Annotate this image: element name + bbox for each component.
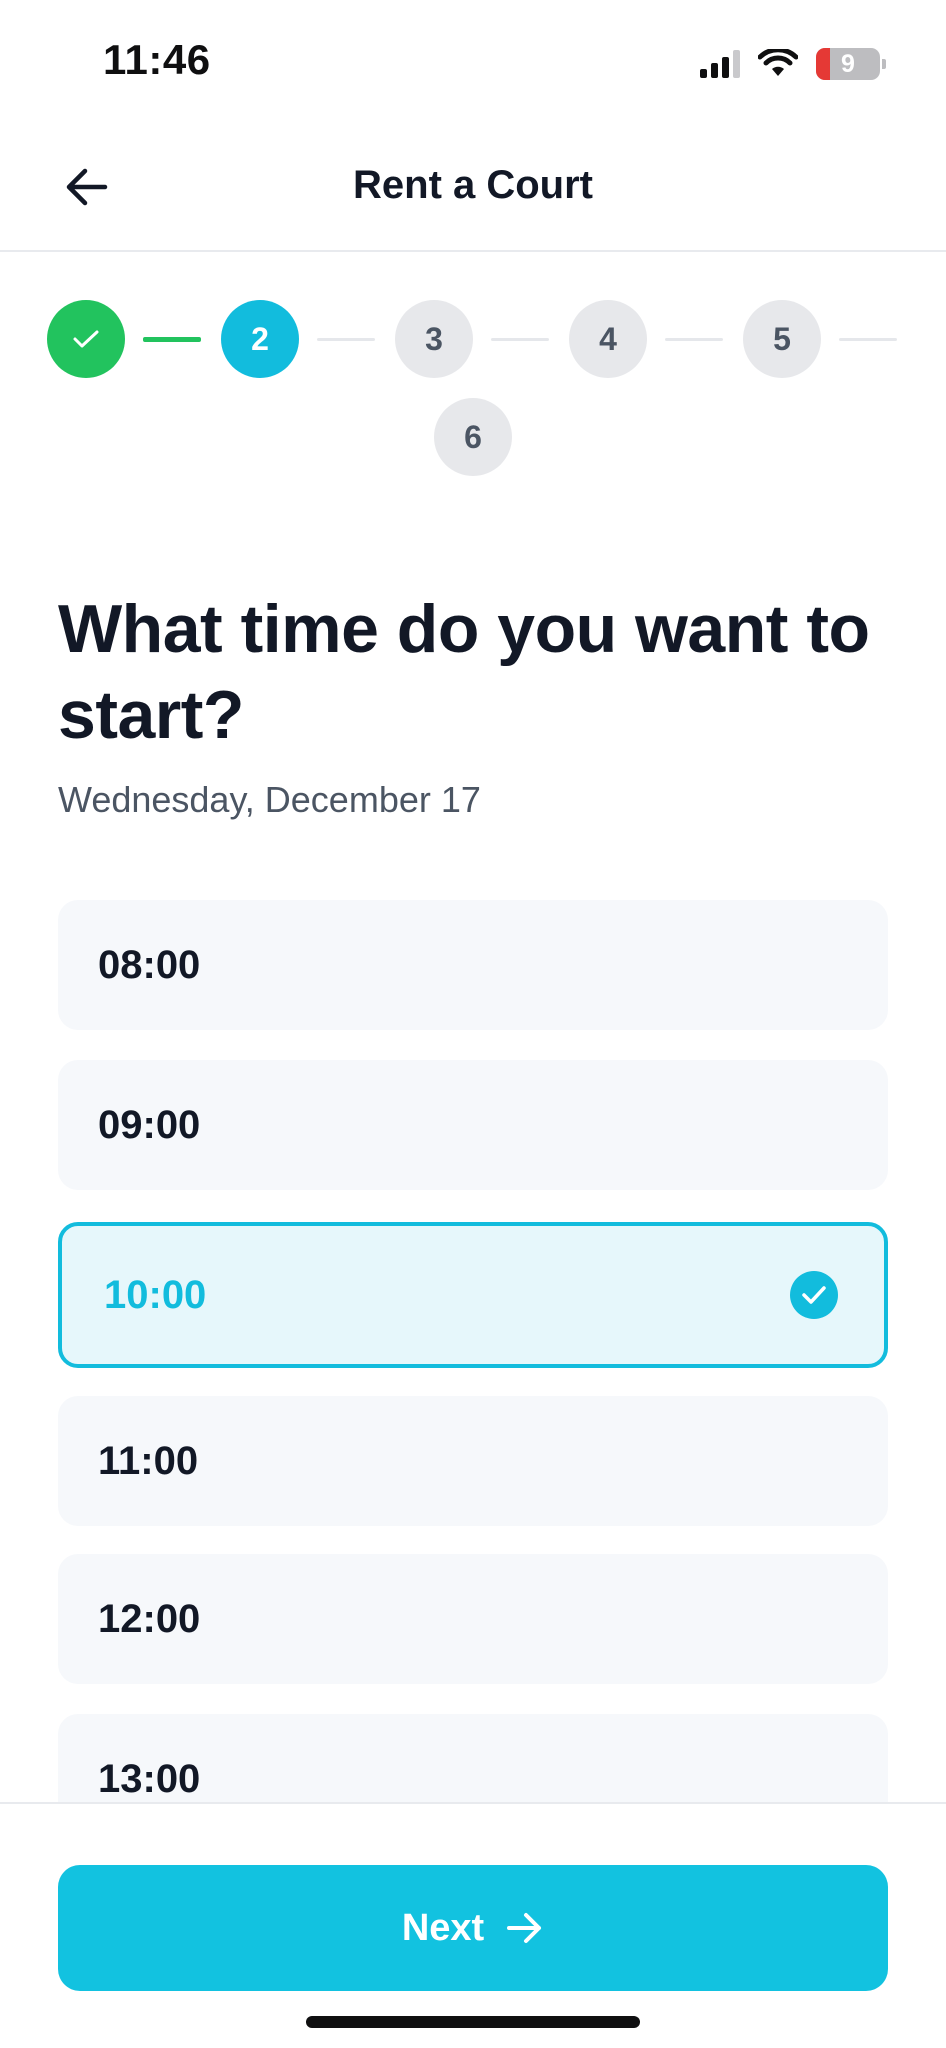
home-indicator xyxy=(306,2016,640,2028)
step-2: 2 xyxy=(221,300,299,378)
selected-check-icon xyxy=(790,1271,838,1319)
footer-bar: Next xyxy=(0,1802,946,2048)
status-bar: 11:46 9 xyxy=(0,0,946,125)
arrow-right-icon xyxy=(507,1913,542,1943)
selected-date: Wednesday, December 17 xyxy=(58,779,481,820)
time-slot-1300[interactable]: 13:00 xyxy=(58,1714,888,1802)
cellular-signal-icon xyxy=(700,50,740,78)
battery-icon: 9 xyxy=(816,48,886,80)
step-connector-4 xyxy=(665,338,723,341)
question-heading: What time do you want to start? xyxy=(58,591,870,753)
time-slot-1100[interactable]: 11:00 xyxy=(58,1396,888,1526)
page-title: Rent a Court xyxy=(353,163,593,207)
step-3: 3 xyxy=(395,300,473,378)
time-slot-label: 09:00 xyxy=(98,1102,201,1147)
progress-stepper: 2 3 4 5 6 xyxy=(0,300,946,480)
status-icons: 9 xyxy=(700,44,886,84)
next-button-label: Next xyxy=(401,1906,485,1949)
next-button[interactable]: Next xyxy=(58,1865,888,1991)
time-slot-label: 13:00 xyxy=(98,1756,201,1801)
step-4: 4 xyxy=(569,300,647,378)
time-slot-1000-selected[interactable]: 10:00 xyxy=(58,1222,888,1368)
time-slot-label: 12:00 xyxy=(98,1596,201,1641)
battery-percent: 9 xyxy=(841,49,855,78)
step-connector-5 xyxy=(839,338,897,341)
time-slot-0800[interactable]: 08:00 xyxy=(58,900,888,1030)
checkmark-icon xyxy=(73,330,99,348)
time-slot-label: 08:00 xyxy=(98,942,201,987)
app-header: Rent a Court xyxy=(0,125,946,252)
step-connector-1 xyxy=(143,337,201,342)
time-slot-label: 11:00 xyxy=(98,1438,199,1483)
step-5: 5 xyxy=(743,300,821,378)
time-slot-list[interactable]: 08:00 09:00 10:00 11:00 12:00 13:00 xyxy=(58,900,888,1802)
wifi-icon xyxy=(758,49,798,76)
step-6: 6 xyxy=(434,398,512,476)
step-connector-3 xyxy=(491,338,549,341)
step-connector-2 xyxy=(317,338,375,341)
status-time: 11:46 xyxy=(103,36,211,83)
time-slot-1200[interactable]: 12:00 xyxy=(58,1554,888,1684)
time-slot-label: 10:00 xyxy=(104,1272,207,1317)
time-slot-0900[interactable]: 09:00 xyxy=(58,1060,888,1190)
step-1-complete xyxy=(47,300,125,378)
